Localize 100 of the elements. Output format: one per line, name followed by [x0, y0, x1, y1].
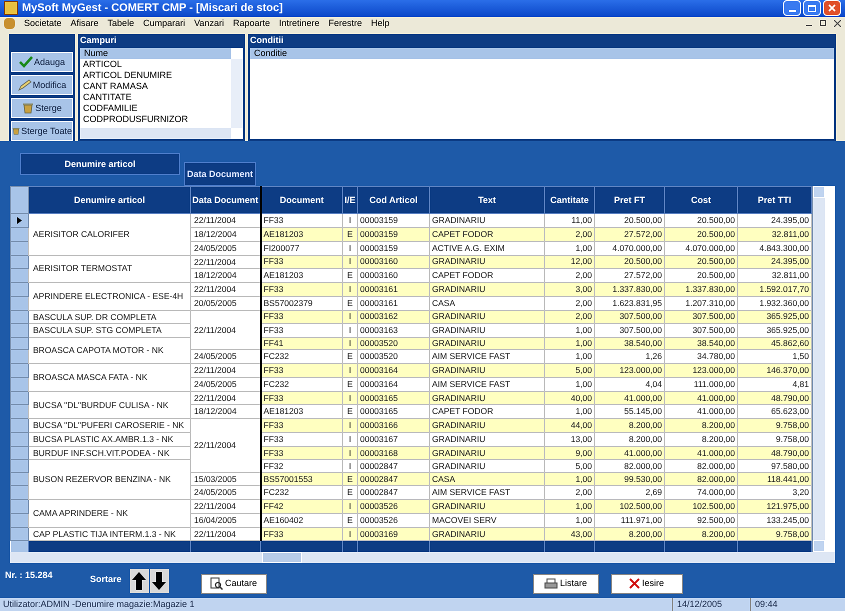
table-cell: 1.623.831,95 — [594, 296, 664, 310]
table-cell: CAPET FODOR — [430, 228, 544, 242]
table-cell: GRADINARIU — [430, 282, 544, 296]
table-cell: 123.000,00 — [594, 364, 664, 378]
table-cell: 00003161 — [358, 296, 430, 310]
menu-item[interactable]: Cumparari — [143, 16, 186, 30]
table-cell: 8.200,00 — [594, 527, 664, 541]
table-cell: 22/11/2004 — [190, 310, 260, 350]
table-cell: 5,00 — [544, 460, 594, 472]
table-cell: 00002847 — [358, 486, 430, 500]
table-cell: 4,81 — [738, 377, 812, 392]
vertical-scrollbar[interactable] — [231, 59, 243, 128]
table-cell: 1.337.830,00 — [664, 282, 738, 296]
window-title: MySoft MyGest - COMERT CMP - [Miscari de stoc] — [22, 1, 283, 16]
column-header[interactable]: Denumire articol — [28, 186, 190, 214]
table-cell: GRADINARIU — [430, 527, 544, 541]
field-item[interactable]: ARTICOL DENUMIRE — [83, 70, 228, 82]
table-cell: 22/11/2004 — [190, 214, 260, 228]
menu-item[interactable]: Tabele — [108, 16, 134, 30]
table-cell: 24/05/2005 — [190, 241, 260, 256]
menu-item[interactable]: Rapoarte — [232, 16, 270, 30]
table-cell: 24/05/2005 — [190, 486, 260, 500]
table-cell: 38.540,00 — [594, 338, 664, 350]
table-cell: 1,00 — [544, 338, 594, 350]
table-cell: 00003164 — [358, 377, 430, 392]
menu-item[interactable]: Vanzari — [194, 16, 224, 30]
table-cell: 102.500,00 — [594, 500, 664, 514]
field-item[interactable]: CODPRODUSFURNIZOR — [83, 114, 228, 126]
table-cell: 43,00 — [544, 527, 594, 541]
minimize-button[interactable] — [783, 0, 801, 16]
restore-icon[interactable] — [820, 20, 826, 26]
table-cell: 2,00 — [544, 486, 594, 500]
table-cell: 20.500,00 — [594, 214, 664, 228]
menu-item[interactable]: Intretinere — [278, 16, 320, 30]
close-icon[interactable] — [834, 20, 841, 28]
table-cell: 111.000,00 — [664, 377, 738, 392]
table-cell: BASCULA SUP. STG COMPLETA — [28, 324, 190, 338]
menu-item[interactable]: Societate — [24, 16, 62, 30]
sort-tab[interactable]: Denumire articol — [20, 153, 180, 176]
maximize-button[interactable] — [803, 0, 821, 16]
table-cell: 16/04/2005 — [190, 513, 260, 528]
action-button[interactable]: Modifica — [11, 75, 73, 96]
menu-item[interactable]: Afisare — [70, 16, 99, 30]
column-header[interactable]: Text — [430, 186, 544, 214]
action-button[interactable]: Sterge — [11, 98, 73, 118]
field-item[interactable]: CANT RAMASA — [83, 81, 228, 92]
sort-up-button[interactable] — [130, 568, 149, 593]
table-cell: 123.000,00 — [664, 364, 738, 378]
close-icon — [828, 4, 836, 12]
menu-item[interactable]: Help — [371, 16, 390, 30]
table-cell: 48.790,00 — [738, 391, 812, 405]
table-cell: 00003161 — [358, 282, 430, 296]
field-item[interactable]: ARTICOL — [83, 59, 228, 70]
table-cell: GRADINARIU — [430, 338, 544, 350]
table-cell: 2,00 — [544, 268, 594, 283]
table-cell: 38.540,00 — [664, 338, 738, 350]
table-cell: 27.572,00 — [594, 228, 664, 242]
table-cell: 41.000,00 — [664, 446, 738, 460]
table-cell: 1,00 — [544, 404, 594, 419]
table-cell: AE181203 — [260, 404, 342, 419]
scroll-down-icon[interactable] — [813, 540, 825, 552]
table-cell: 00003167 — [358, 432, 430, 446]
table-cell: 44,00 — [544, 418, 594, 432]
table-cell: 18/12/2004 — [190, 268, 260, 283]
horizontal-scrollbar[interactable] — [80, 128, 231, 140]
table-cell: 146.370,00 — [738, 364, 812, 378]
minimize-icon[interactable] — [806, 25, 812, 26]
table-cell: 118.441,00 — [738, 472, 812, 486]
row-header[interactable] — [10, 214, 28, 228]
action-button[interactable]: Listare — [532, 574, 599, 594]
scroll-up-icon[interactable] — [813, 186, 825, 198]
field-item[interactable]: CANTITATE — [83, 92, 228, 104]
table-cell: 00003164 — [358, 364, 430, 378]
table-cell: 22/11/2004 — [190, 391, 260, 405]
vertical-scrollbar[interactable] — [812, 186, 825, 552]
sort-tab[interactable]: Data Document — [184, 162, 256, 186]
table-cell: GRADINARIU — [430, 364, 544, 378]
action-button[interactable]: Iesire — [610, 574, 683, 594]
horizontal-scrollbar[interactable] — [10, 552, 835, 563]
menu-item[interactable]: Ferestre — [328, 16, 362, 30]
table-cell: BUCSA "DL"BURDUF CULISA - NK — [28, 391, 190, 419]
table-cell: GRADINARIU — [430, 418, 544, 432]
table-cell: 00003160 — [358, 268, 430, 283]
cross-icon — [629, 578, 640, 590]
action-button[interactable]: Adauga — [11, 52, 73, 72]
action-button[interactable]: Cautare — [200, 574, 267, 594]
table-cell: 24.395,00 — [738, 214, 812, 228]
table-cell: GRADINARIU — [430, 460, 544, 472]
table-cell: FF41 — [260, 338, 342, 350]
sort-down-button[interactable] — [150, 568, 169, 593]
table-cell: 48.790,00 — [738, 446, 812, 460]
table-cell: 00003159 — [358, 228, 430, 242]
table-cell: 121.975,00 — [738, 500, 812, 514]
field-item[interactable]: CODFAMILIE — [83, 103, 228, 114]
close-button[interactable] — [823, 0, 841, 16]
table-cell: AERISITOR CALORIFER — [28, 214, 190, 256]
table-cell: 00003169 — [358, 527, 430, 541]
table-cell: 24/05/2005 — [190, 377, 260, 392]
action-button[interactable]: Sterge Toate — [11, 121, 73, 142]
record-count: Nr. : 15.284 — [5, 568, 54, 582]
